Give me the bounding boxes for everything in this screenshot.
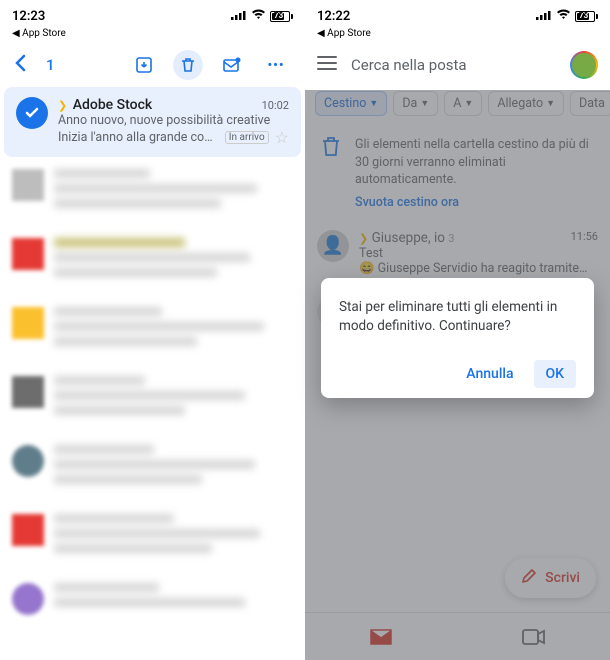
battery-icon: 73 [575, 11, 598, 22]
mail-list: ❯ Adobe Stock 10:02 Anno nuovo, nuove po… [0, 87, 305, 627]
search-input[interactable]: Cerca nella posta [351, 56, 556, 74]
star-icon[interactable]: ☆ [275, 128, 289, 147]
status-time: 12:22 [317, 9, 350, 24]
status-time: 12:23 [12, 9, 45, 24]
check-icon[interactable] [16, 97, 48, 129]
battery-icon: 73 [270, 11, 293, 22]
cancel-button[interactable]: Annulla [454, 360, 525, 388]
more-icon[interactable]: ••• [261, 50, 291, 80]
mail-row[interactable] [0, 226, 305, 295]
avatar[interactable] [570, 51, 598, 79]
back-icon[interactable] [14, 54, 28, 76]
status-bar: 12:23 73 [0, 0, 305, 28]
delete-icon[interactable] [173, 50, 203, 80]
inbox-label: In arrivo [225, 131, 269, 144]
dialog-message: Stai per eliminare tutti gli elementi in… [339, 298, 576, 336]
mail-row[interactable] [0, 157, 305, 226]
mail-row[interactable] [0, 502, 305, 571]
archive-icon[interactable] [129, 50, 159, 80]
left-screenshot: 12:23 73 ◀ App Store 1 [0, 0, 305, 660]
menu-icon[interactable] [317, 55, 337, 75]
wifi-icon [251, 9, 266, 24]
wifi-icon [556, 9, 571, 24]
selection-toolbar: 1 ••• [0, 43, 305, 87]
confirm-dialog: Stai per eliminare tutti gli elementi in… [321, 278, 594, 398]
back-to-appstore[interactable]: ◀ App Store [305, 28, 610, 43]
mail-row[interactable] [0, 295, 305, 364]
selection-count: 1 [46, 56, 55, 74]
signal-icon [231, 9, 247, 24]
back-to-appstore[interactable]: ◀ App Store [0, 28, 305, 43]
sender: ❯ Adobe Stock [58, 97, 152, 113]
status-bar: 12:22 73 [305, 0, 610, 28]
signal-icon [536, 9, 552, 24]
mark-unread-icon[interactable] [217, 50, 247, 80]
mail-time: 10:02 [262, 99, 289, 112]
mail-row[interactable] [0, 571, 305, 627]
ok-button[interactable]: OK [534, 360, 577, 388]
mail-snippet: Inizia l'anno alla grande con un… [58, 130, 219, 145]
search-bar: Cerca nella posta [305, 43, 610, 87]
mail-row-selected[interactable]: ❯ Adobe Stock 10:02 Anno nuovo, nuove po… [4, 87, 301, 157]
right-screenshot: 12:22 73 ◀ App Store Cerca nella posta C… [305, 0, 610, 660]
mail-row[interactable] [0, 433, 305, 502]
mail-subject: Anno nuovo, nuove possibilità creative [58, 113, 289, 128]
mail-row[interactable] [0, 364, 305, 433]
